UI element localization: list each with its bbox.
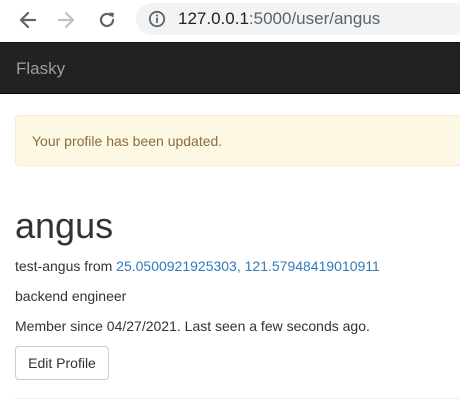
url-text[interactable]: 127.0.0.1:5000/user/angus bbox=[178, 9, 380, 29]
longitude-value: 121.57948419010911 bbox=[244, 258, 380, 274]
profile-about: backend engineer bbox=[15, 288, 127, 304]
profile-location: test-angus from 25.0500921925303, 121.57… bbox=[15, 257, 380, 275]
reload-icon bbox=[99, 12, 115, 27]
info-icon[interactable] bbox=[148, 10, 166, 28]
forward-arrow-icon bbox=[57, 11, 75, 29]
forward-button[interactable] bbox=[52, 6, 80, 34]
latitude-value: 25.0500921925303 bbox=[116, 258, 237, 274]
url-path: :5000/user/angus bbox=[248, 9, 381, 28]
reload-button[interactable] bbox=[93, 6, 121, 34]
page-title: angus bbox=[15, 205, 114, 246]
member-since: Member since 04/27/2021. Last seen a few… bbox=[15, 318, 370, 334]
profile-name: test-angus bbox=[15, 258, 81, 274]
back-button[interactable] bbox=[14, 6, 42, 34]
location-link[interactable]: 25.0500921925303, 121.57948419010911 bbox=[116, 258, 380, 274]
coord-separator: , bbox=[236, 258, 245, 274]
flash-alert: Your profile has been updated. bbox=[15, 115, 460, 166]
address-bar[interactable]: 127.0.0.1:5000/user/angus bbox=[136, 3, 460, 35]
divider bbox=[15, 398, 460, 399]
from-label: from bbox=[84, 258, 113, 274]
brand-link[interactable]: Flasky bbox=[16, 59, 65, 79]
edit-profile-button[interactable]: Edit Profile bbox=[15, 346, 109, 380]
alert-message: Your profile has been updated. bbox=[32, 133, 223, 149]
browser-toolbar: 127.0.0.1:5000/user/angus bbox=[0, 0, 460, 42]
url-host: 127.0.0.1 bbox=[178, 9, 249, 28]
app-navbar: Flasky bbox=[0, 42, 460, 94]
back-arrow-icon bbox=[19, 11, 37, 29]
